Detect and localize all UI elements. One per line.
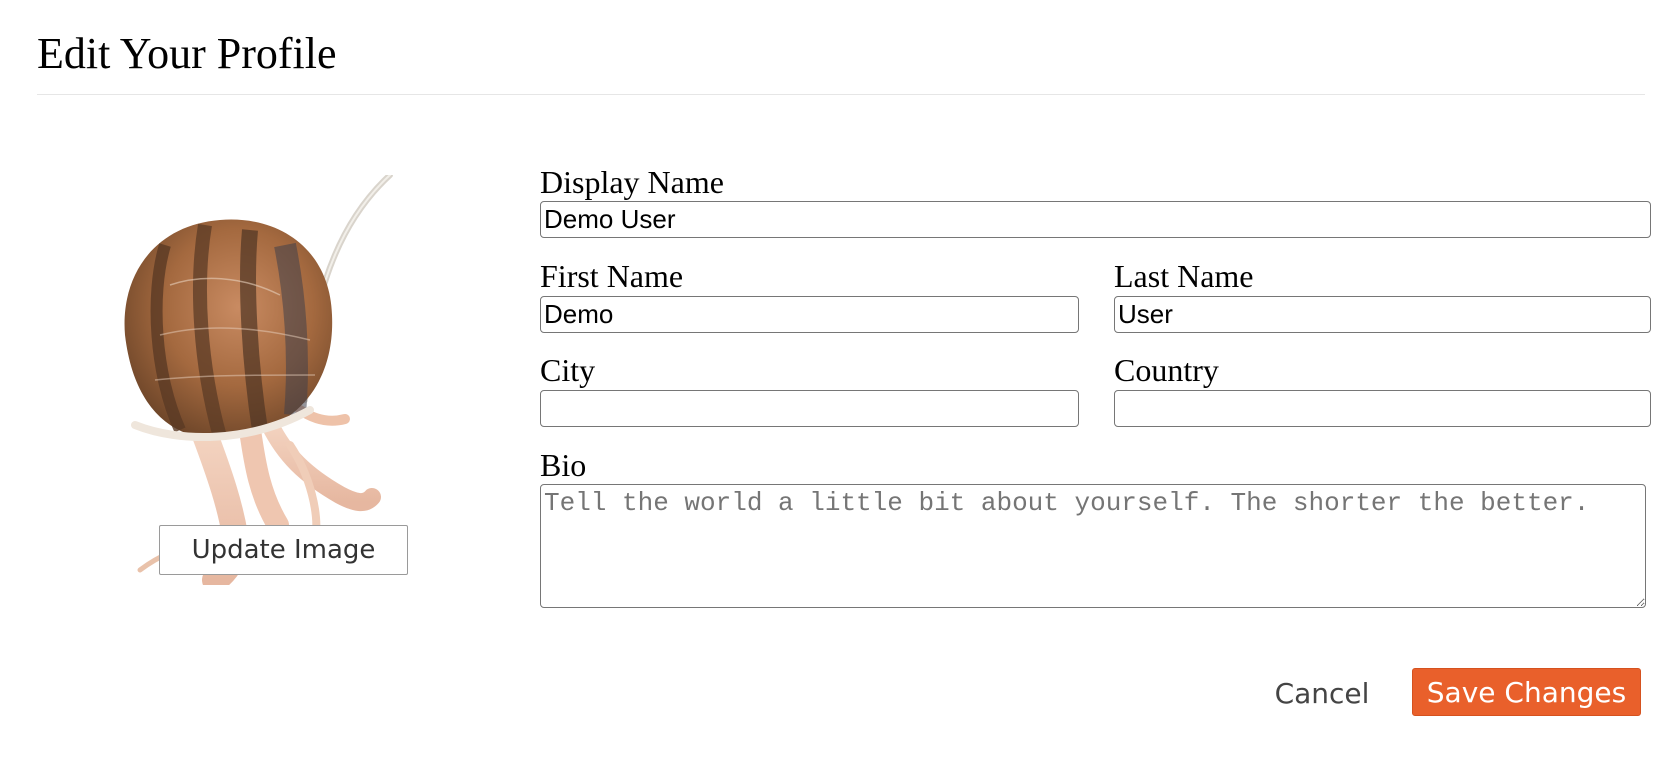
save-changes-button[interactable]: Save Changes bbox=[1412, 668, 1641, 716]
display-name-label: Display Name bbox=[540, 164, 724, 200]
display-name-input[interactable] bbox=[540, 201, 1651, 238]
avatar bbox=[110, 175, 420, 585]
bio-label: Bio bbox=[540, 447, 587, 483]
update-image-button[interactable]: Update Image bbox=[159, 525, 408, 575]
cancel-button[interactable]: Cancel bbox=[1262, 668, 1382, 718]
first-name-label: First Name bbox=[540, 258, 684, 294]
page-title: Edit Your Profile bbox=[37, 29, 337, 78]
city-input[interactable] bbox=[540, 390, 1079, 427]
last-name-label: Last Name bbox=[1114, 258, 1254, 294]
bio-textarea[interactable] bbox=[540, 484, 1646, 608]
city-label: City bbox=[540, 352, 596, 388]
first-name-input[interactable] bbox=[540, 296, 1079, 333]
title-divider bbox=[37, 94, 1645, 95]
snail-photo-icon bbox=[124, 175, 393, 585]
country-input[interactable] bbox=[1114, 390, 1651, 427]
last-name-input[interactable] bbox=[1114, 296, 1651, 333]
country-label: Country bbox=[1114, 352, 1219, 388]
